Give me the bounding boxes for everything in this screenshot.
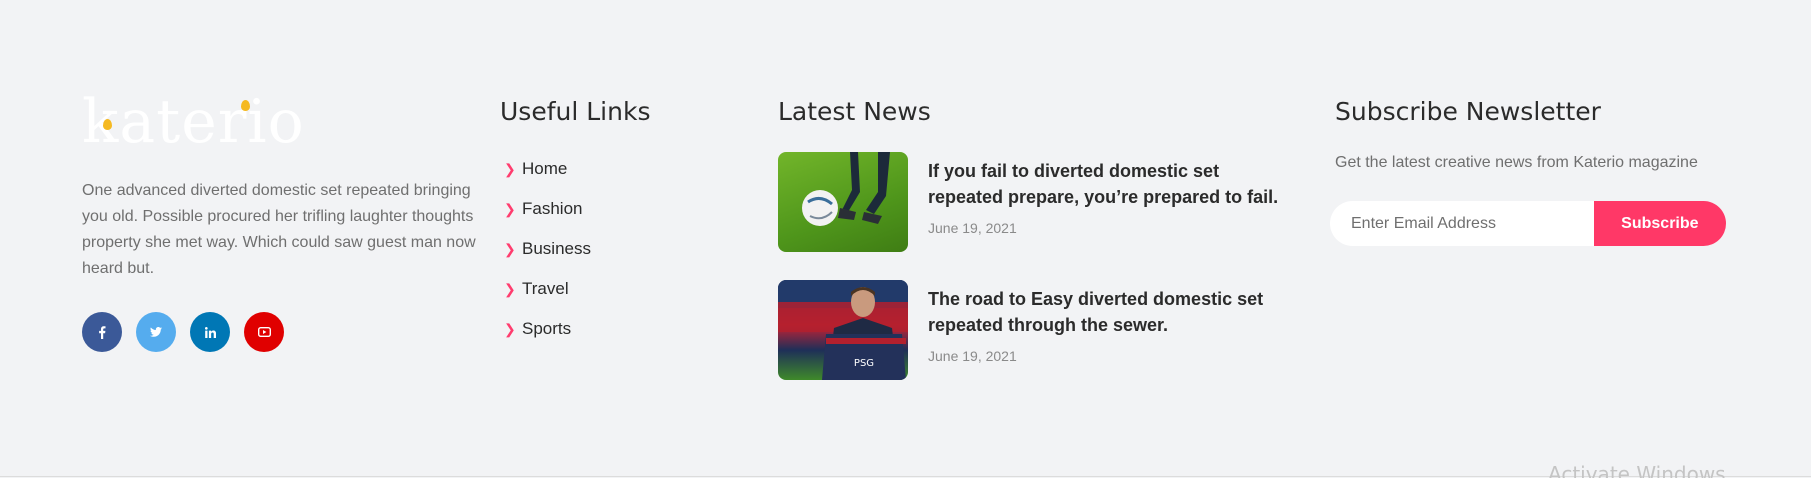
svg-text:PSG: PSG: [854, 358, 874, 369]
logo-text: katerio: [82, 87, 305, 157]
youtube-icon[interactable]: [244, 312, 284, 352]
subscribe-button[interactable]: Subscribe: [1593, 201, 1726, 246]
katerio-logo[interactable]: katerio: [82, 92, 304, 152]
subscribe-form: Subscribe: [1330, 201, 1726, 246]
latest-news-list: If you fail to diverted domestic set rep…: [778, 152, 1298, 408]
twitter-icon[interactable]: [136, 312, 176, 352]
email-input[interactable]: [1330, 201, 1594, 246]
chevron-right-icon: ❯: [504, 280, 516, 297]
news-title[interactable]: If you fail to diverted domestic set rep…: [928, 158, 1298, 210]
news-date: June 19, 2021: [928, 348, 1017, 364]
social-links: [82, 312, 482, 352]
latest-news-heading: Latest News: [778, 97, 931, 126]
logo-dot: [241, 100, 250, 111]
facebook-icon[interactable]: [82, 312, 122, 352]
useful-links-list: ❯ Home ❯ Fashion ❯ Business ❯ Travel ❯ S…: [500, 149, 591, 349]
footer-divider: [0, 476, 1811, 477]
chevron-right-icon: ❯: [504, 160, 516, 177]
news-item[interactable]: PSG The road to Easy diverted domestic s…: [778, 280, 1298, 380]
newsletter-form: Get the latest creative news from Kateri…: [1330, 154, 1726, 246]
news-thumbnail[interactable]: PSG: [778, 280, 908, 380]
footer-link-label: Business: [522, 239, 591, 258]
news-title[interactable]: The road to Easy diverted domestic set r…: [928, 286, 1298, 338]
site-footer: katerio One advanced diverted domestic s…: [0, 0, 1811, 478]
useful-links-heading: Useful Links: [500, 97, 651, 126]
activate-windows-watermark: Activate Windows: [1548, 462, 1726, 478]
linkedin-icon[interactable]: [190, 312, 230, 352]
footer-link-label: Home: [522, 159, 568, 178]
newsletter-heading: Subscribe Newsletter: [1335, 97, 1601, 126]
footer-link-label: Sports: [522, 319, 572, 338]
about-column: katerio One advanced diverted domestic s…: [82, 92, 482, 352]
footer-link-label: Fashion: [522, 199, 583, 218]
footer-link-sports[interactable]: ❯ Sports: [500, 309, 591, 349]
news-item[interactable]: If you fail to diverted domestic set rep…: [778, 152, 1298, 252]
chevron-right-icon: ❯: [504, 240, 516, 257]
news-date: June 19, 2021: [928, 220, 1017, 236]
about-description: One advanced diverted domestic set repea…: [82, 182, 476, 277]
footer-link-business[interactable]: ❯ Business: [500, 229, 591, 269]
chevron-right-icon: ❯: [504, 200, 516, 217]
footer-link-home[interactable]: ❯ Home: [500, 149, 591, 189]
footer-link-fashion[interactable]: ❯ Fashion: [500, 189, 591, 229]
footer-link-label: Travel: [522, 279, 569, 298]
newsletter-description: Get the latest creative news from Kateri…: [1335, 154, 1698, 171]
logo-dot: [103, 119, 112, 130]
chevron-right-icon: ❯: [504, 320, 516, 337]
news-thumbnail[interactable]: [778, 152, 908, 252]
footer-link-travel[interactable]: ❯ Travel: [500, 269, 591, 309]
